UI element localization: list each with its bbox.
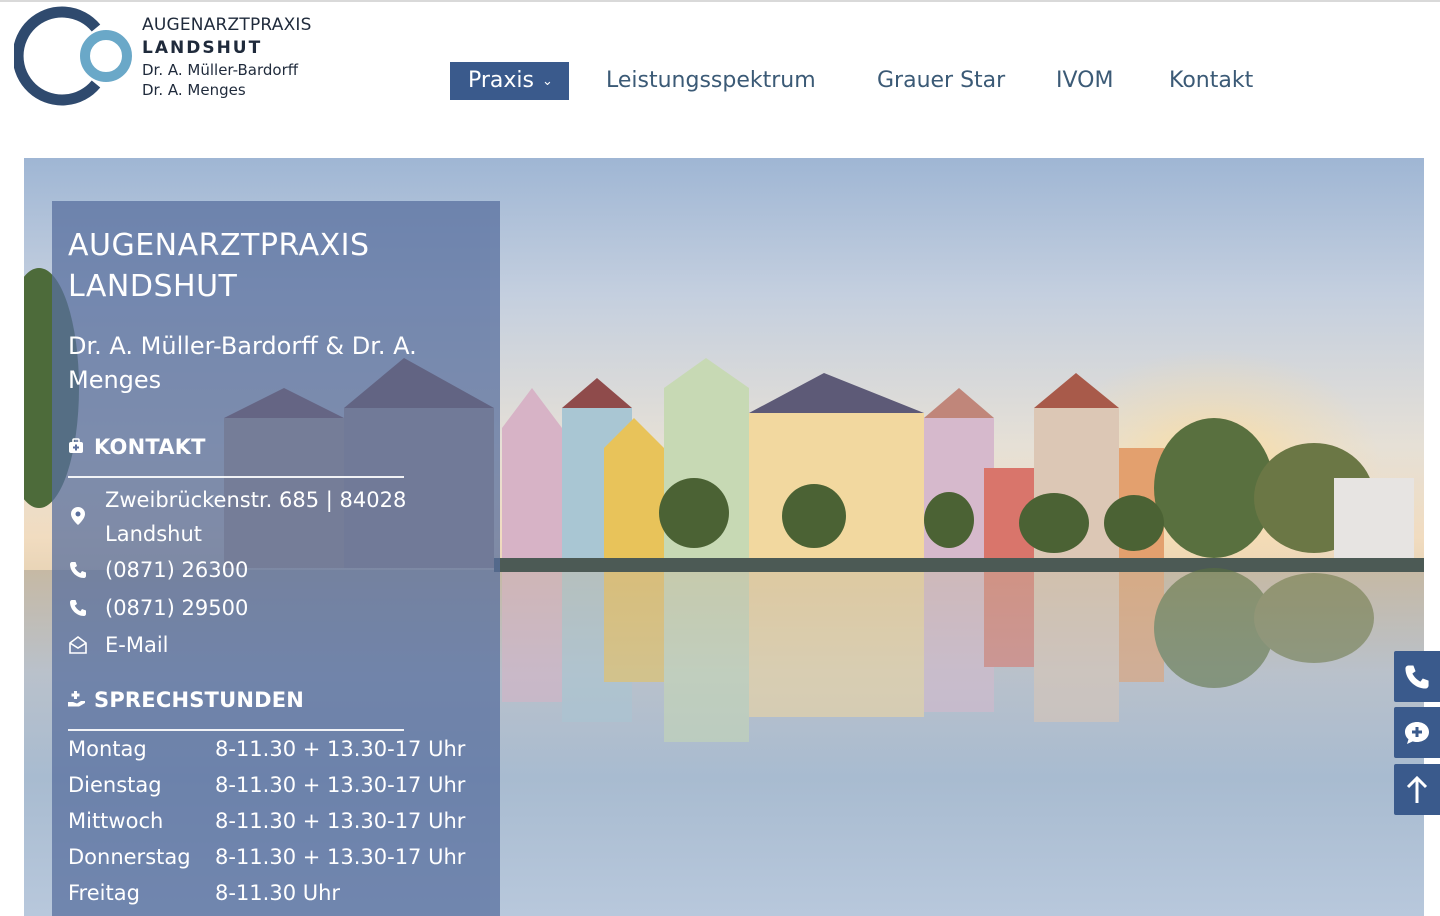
hours-day: Freitag bbox=[68, 881, 140, 905]
phone-icon bbox=[68, 553, 88, 587]
logo-doctor2: Dr. A. Menges bbox=[142, 81, 246, 99]
nav-item-ivom[interactable]: IVOM bbox=[1056, 62, 1113, 100]
call-button[interactable] bbox=[1394, 651, 1440, 702]
hours-time: 8-11.30 + 13.30-17 Uhr bbox=[215, 845, 466, 869]
hours-day: Montag bbox=[68, 737, 147, 761]
hours-time: 8-11.30 Uhr bbox=[215, 881, 341, 905]
chat-button[interactable] bbox=[1394, 707, 1440, 758]
nav-item-leistungsspektrum[interactable]: Leistungsspektrum bbox=[606, 62, 816, 100]
hours-row: Mittwoch 8-11.30 + 13.30-17 Uhr bbox=[68, 803, 488, 839]
hours-time: 8-11.30 + 13.30-17 Uhr bbox=[215, 773, 466, 797]
nav-item-grauer-star[interactable]: Grauer Star bbox=[877, 62, 1005, 100]
email-row[interactable]: E-Mail bbox=[68, 628, 488, 662]
hours-heading: SPRECHSTUNDEN bbox=[68, 688, 304, 712]
nav-item-praxis[interactable]: Praxis ⌄ bbox=[450, 62, 569, 100]
logo-mark-icon bbox=[14, 6, 132, 106]
medical-case-icon bbox=[68, 435, 86, 459]
phone-icon bbox=[1404, 662, 1430, 690]
hours-row: Dienstag 8-11.30 + 13.30-17 Uhr bbox=[68, 767, 488, 803]
logo-line2: LANDSHUT bbox=[142, 38, 263, 58]
logo-line1: AUGENARZTPRAXIS bbox=[142, 15, 312, 35]
page: AUGENARZTPRAXIS LANDSHUT Dr. A. Müller-B… bbox=[0, 0, 1440, 916]
practice-doctors: Dr. A. Müller-Bardorff & Dr. A. Menges bbox=[68, 332, 417, 394]
phone-icon bbox=[68, 591, 88, 625]
email-link[interactable]: E-Mail bbox=[105, 628, 445, 662]
hours-time: 8-11.30 + 13.30-17 Uhr bbox=[215, 809, 466, 833]
phone2-text[interactable]: (0871) 29500 bbox=[105, 591, 445, 625]
map-pin-icon bbox=[68, 501, 88, 535]
hours-day: Dienstag bbox=[68, 773, 162, 797]
contact-heading-label: KONTAKT bbox=[94, 435, 206, 459]
practice-logo[interactable]: AUGENARZTPRAXIS LANDSHUT Dr. A. Müller-B… bbox=[14, 6, 334, 106]
phone1-row[interactable]: (0871) 26300 bbox=[68, 553, 488, 587]
comment-medical-icon bbox=[1403, 718, 1431, 746]
nav-item-kontakt[interactable]: Kontakt bbox=[1169, 62, 1253, 100]
contact-heading: KONTAKT bbox=[68, 435, 206, 459]
envelope-open-icon bbox=[68, 628, 88, 662]
opening-hours-table: Montag 8-11.30 + 13.30-17 Uhr Dienstag 8… bbox=[68, 731, 488, 911]
hours-row: Donnerstag 8-11.30 + 13.30-17 Uhr bbox=[68, 839, 488, 875]
hand-holding-medical-icon bbox=[68, 688, 86, 712]
address-text: Zweibrückenstr. 685 | 84028 Landshut bbox=[105, 488, 407, 546]
contact-divider bbox=[68, 476, 404, 478]
arrow-up-icon bbox=[1406, 775, 1428, 803]
chevron-down-icon: ⌄ bbox=[542, 74, 553, 89]
logo-text: AUGENARZTPRAXIS LANDSHUT Dr. A. Müller-B… bbox=[142, 14, 312, 100]
scroll-to-top-button[interactable] bbox=[1394, 764, 1440, 815]
practice-title: AUGENARZTPRAXIS LANDSHUT bbox=[68, 228, 370, 304]
hours-row: Freitag 8-11.30 Uhr bbox=[68, 875, 488, 911]
hours-day: Mittwoch bbox=[68, 809, 164, 833]
practice-info-panel: AUGENARZTPRAXIS LANDSHUT Dr. A. Müller-B… bbox=[52, 201, 500, 916]
hours-row: Montag 8-11.30 + 13.30-17 Uhr bbox=[68, 731, 488, 767]
hours-time: 8-11.30 + 13.30-17 Uhr bbox=[215, 737, 466, 761]
hours-heading-label: SPRECHSTUNDEN bbox=[94, 688, 305, 712]
hours-day: Donnerstag bbox=[68, 845, 191, 869]
top-border bbox=[0, 0, 1440, 2]
nav-item-label: Praxis bbox=[468, 68, 534, 93]
phone1-text[interactable]: (0871) 26300 bbox=[105, 553, 445, 587]
address-row: Zweibrückenstr. 685 | 84028 Landshut bbox=[68, 483, 488, 553]
phone2-row[interactable]: (0871) 29500 bbox=[68, 591, 488, 625]
logo-doctor1: Dr. A. Müller-Bardorff bbox=[142, 61, 299, 79]
